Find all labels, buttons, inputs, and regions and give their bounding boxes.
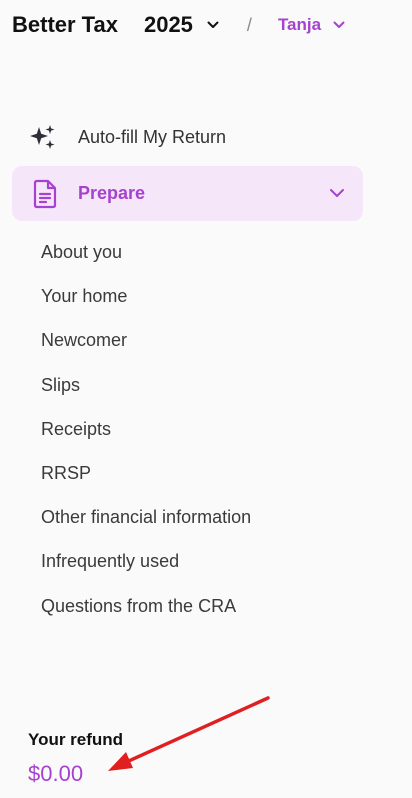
chevron-down-icon [207,19,219,31]
document-icon [32,179,58,209]
nav-item-label: Auto-fill My Return [78,126,227,147]
chevron-down-icon [333,19,345,31]
tax-year-selector[interactable]: 2025 [144,12,219,38]
breadcrumb-separator: / [246,14,252,35]
subnav-item-questions-from-the-cra[interactable]: Questions from the CRA [41,580,251,632]
chevron-down-icon[interactable] [329,186,345,200]
nav-item-label: Prepare [78,183,146,203]
annotation-arrow-icon [108,696,270,771]
nav-item-prepare[interactable]: Prepare [12,166,363,221]
tax-year-label: 2025 [143,12,193,37]
sparkles-icon [28,122,58,152]
app-header: Better Tax 2025 / Tanja [12,10,345,40]
page: Better Tax 2025 / Tanja Auto-fill My Ret… [0,0,412,798]
prepare-subnav: About you Your home Newcomer Slips Recei… [41,234,251,632]
user-selector[interactable]: Tanja [278,15,345,35]
user-name: Tanja [277,15,322,34]
nav-item-autofill[interactable]: Auto-fill My Return [28,120,226,154]
brand-title: Better Tax [12,12,118,37]
